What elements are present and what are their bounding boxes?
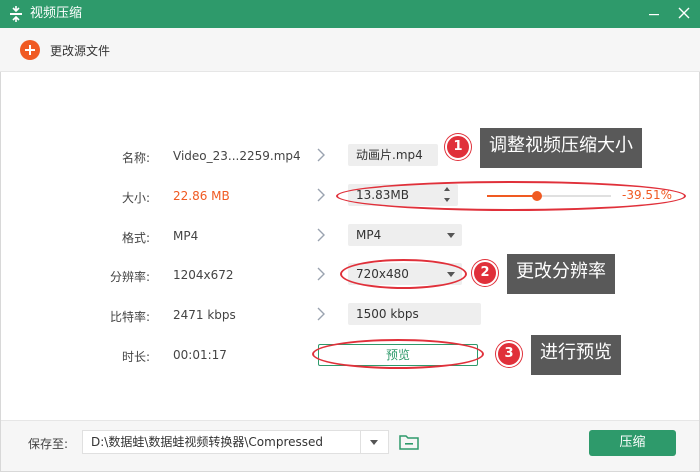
resolution-select-value: 720x480	[356, 267, 409, 281]
change-source-label: 更改源文件	[50, 44, 111, 58]
resolution-select[interactable]: 720x480	[348, 263, 462, 285]
stepper-down-icon[interactable]	[444, 198, 450, 202]
plus-circle-icon	[20, 40, 40, 60]
toolbar: 更改源文件	[0, 28, 700, 72]
annotation-callout-3: 进行预览	[531, 335, 621, 375]
chevron-right-icon	[317, 307, 325, 321]
duration-label: 时长:	[121, 350, 150, 364]
compress-icon	[10, 6, 22, 22]
format-select-value: MP4	[356, 228, 382, 242]
chevron-right-icon	[317, 267, 325, 281]
chevron-down-icon[interactable]	[447, 272, 455, 277]
annotation-badge-2: 2	[472, 260, 498, 286]
size-label: 大小:	[121, 191, 150, 205]
save-to-label: 保存至:	[28, 437, 69, 451]
title-bar: 视频压缩	[0, 0, 700, 28]
chevron-right-icon	[317, 228, 325, 242]
format-label: 格式:	[121, 231, 150, 245]
output-size-stepper[interactable]: 13.83MB	[348, 184, 458, 206]
size-slider[interactable]	[487, 191, 611, 201]
minimize-icon[interactable]	[646, 6, 662, 22]
bitrate-label: 比特率:	[109, 310, 150, 324]
output-name-field[interactable]: 动画片.mp4	[348, 144, 438, 166]
folder-icon[interactable]	[399, 433, 419, 451]
original-resolution: 1204x672	[173, 268, 234, 282]
save-path-field[interactable]: D:\数据蛙\数据蛙视频转换器\Compressed	[82, 430, 361, 454]
original-bitrate: 2471 kbps	[173, 308, 236, 322]
compress-button[interactable]: 压缩	[589, 430, 676, 456]
original-size: 22.86 MB	[173, 189, 230, 203]
annotation-callout-1: 调整视频压缩大小	[480, 128, 642, 168]
dialog-body	[0, 28, 700, 472]
output-size-value: 13.83MB	[356, 188, 409, 202]
size-slider-thumb[interactable]	[531, 191, 542, 201]
chevron-down-icon	[370, 440, 378, 445]
duration-value: 00:01:17	[173, 348, 227, 362]
stepper-up-icon[interactable]	[444, 187, 450, 191]
chevron-right-icon	[317, 148, 325, 162]
original-format: MP4	[173, 229, 199, 243]
annotation-callout-2: 更改分辨率	[507, 254, 615, 294]
name-label: 名称:	[121, 151, 150, 165]
chevron-down-icon[interactable]	[447, 233, 455, 238]
size-slider-fill	[487, 195, 537, 197]
original-name: Video_23...2259.mp4	[173, 149, 301, 163]
window-title: 视频压缩	[30, 6, 83, 21]
preview-button[interactable]: 预览	[318, 344, 478, 366]
bitrate-field[interactable]: 1500 kbps	[348, 303, 481, 325]
resolution-label: 分辨率:	[109, 270, 150, 284]
annotation-badge-1: 1	[445, 134, 471, 160]
chevron-right-icon	[317, 188, 325, 202]
save-path-dropdown[interactable]	[361, 430, 389, 454]
close-icon[interactable]	[676, 5, 692, 21]
annotation-badge-3: 3	[496, 341, 522, 367]
format-select[interactable]: MP4	[348, 224, 462, 246]
size-percent: -39.51%	[622, 188, 673, 202]
